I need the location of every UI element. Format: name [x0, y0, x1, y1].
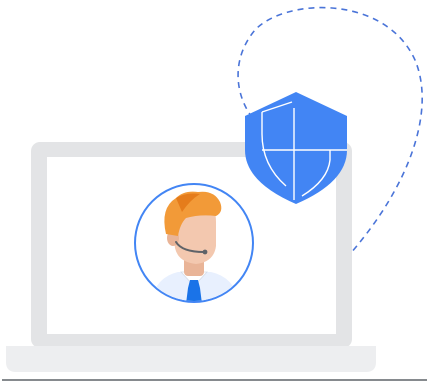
security-support-illustration — [2, 6, 427, 381]
laptop-base — [6, 346, 376, 372]
